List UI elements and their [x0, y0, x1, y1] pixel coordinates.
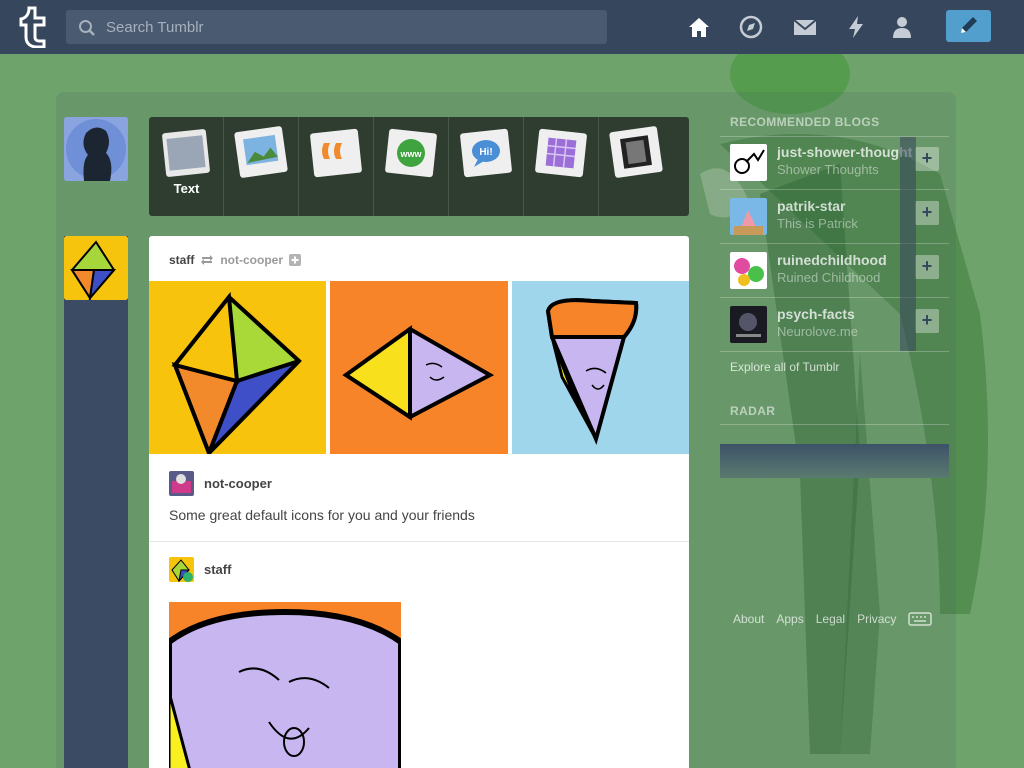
chat-post-icon: Hi! [460, 128, 512, 178]
sidebar-divider [720, 424, 949, 425]
quote-post-icon [310, 128, 362, 178]
reblog-trail-item: not-cooper [169, 470, 272, 496]
text-post-icon [162, 129, 210, 177]
post-author-name[interactable]: staff [169, 253, 194, 267]
recommended-blog-title: Ruined Childhood [777, 270, 881, 285]
footer-link-privacy[interactable]: Privacy [857, 612, 896, 626]
post-avatar-rail [64, 236, 128, 768]
link-post-icon: www [385, 128, 437, 178]
user-avatar[interactable] [64, 117, 128, 181]
account-icon[interactable] [889, 14, 915, 40]
inbox-icon[interactable] [792, 14, 818, 40]
footer-link-apps[interactable]: Apps [776, 612, 803, 626]
post-type-bar: Text www Hi! [149, 117, 689, 216]
follow-plus-icon[interactable] [289, 254, 302, 266]
keyboard-icon[interactable] [908, 612, 933, 626]
explore-icon[interactable] [738, 14, 764, 40]
post-type-label: Text [173, 181, 200, 196]
explore-link[interactable]: Explore all of Tumblr [730, 360, 839, 374]
recommended-blog-avatar[interactable] [730, 252, 767, 289]
sidebar-divider [720, 351, 949, 352]
recommended-blog-name[interactable]: just-shower-thoughts [777, 144, 912, 160]
follow-button[interactable]: + [915, 147, 939, 171]
recommended-blog-name[interactable]: ruinedchildhood [777, 252, 912, 268]
post-author-avatar[interactable] [64, 236, 128, 300]
post-caption: Some great default icons for you and you… [169, 507, 475, 523]
reblog-divider [149, 541, 689, 542]
recommended-blog-title: Shower Thoughts [777, 162, 879, 177]
post-image[interactable] [169, 602, 401, 768]
recommended-blog-avatar[interactable] [730, 144, 767, 181]
reblog-user-avatar[interactable] [169, 557, 194, 582]
follow-button[interactable]: + [915, 255, 939, 279]
post-video-button[interactable] [599, 117, 674, 216]
post-photo-button[interactable] [224, 117, 299, 216]
pencil-icon [961, 17, 977, 33]
recommended-blog-avatar[interactable] [730, 306, 767, 343]
home-icon[interactable] [686, 14, 712, 40]
recommended-blogs-heading: RECOMMENDED BLOGS [730, 115, 880, 129]
svg-text:www: www [399, 149, 422, 159]
reblog-icon [201, 255, 214, 265]
audio-post-icon [535, 128, 587, 178]
video-post-icon [609, 126, 663, 178]
reblog-user-avatar[interactable] [169, 470, 194, 496]
tumblr-logo-icon[interactable] [16, 6, 50, 48]
recommended-blog-title: This is Patrick [777, 216, 858, 231]
reblog-trail-item: staff [169, 557, 231, 582]
search-box[interactable] [66, 10, 607, 44]
post-quote-button[interactable] [299, 117, 374, 216]
post-chat-button[interactable]: Hi! [449, 117, 524, 216]
post-link-button[interactable]: www [374, 117, 449, 216]
reblog-user-name[interactable]: staff [204, 562, 231, 577]
follow-button[interactable]: + [915, 309, 939, 333]
recommended-blog-name[interactable]: psych-facts [777, 306, 912, 322]
photoset-image-3[interactable] [512, 281, 689, 454]
dashboard-post: staff not-cooper not-cooper Some great d… [149, 236, 689, 768]
svg-text:Hi!: Hi! [479, 147, 492, 158]
search-icon [79, 20, 95, 36]
photoset [149, 281, 689, 454]
post-header: staff not-cooper [169, 251, 302, 269]
radar-post[interactable] [720, 444, 949, 478]
photo-post-icon [234, 126, 288, 178]
post-text-button[interactable]: Text [149, 117, 224, 216]
recommended-blog-avatar[interactable] [730, 198, 767, 235]
search-input[interactable] [106, 10, 596, 44]
reblog-user-name[interactable]: not-cooper [204, 476, 272, 491]
top-navigation-bar [0, 0, 1024, 54]
photoset-image-2[interactable] [330, 281, 508, 454]
footer-link-about[interactable]: About [733, 612, 764, 626]
activity-icon[interactable] [843, 14, 869, 40]
recommended-scrollbar[interactable] [900, 137, 916, 351]
follow-button[interactable]: + [915, 201, 939, 225]
reblogged-from-name[interactable]: not-cooper [220, 253, 283, 267]
recommended-blog-title: Neurolove.me [777, 324, 858, 339]
footer-link-legal[interactable]: Legal [816, 612, 845, 626]
post-audio-button[interactable] [524, 117, 599, 216]
sidebar-footer: About Apps Legal Privacy [733, 612, 933, 626]
radar-heading: RADAR [730, 404, 776, 418]
recommended-blog-name[interactable]: patrik-star [777, 198, 912, 214]
compose-button[interactable] [946, 10, 991, 42]
photoset-image-1[interactable] [149, 281, 326, 454]
